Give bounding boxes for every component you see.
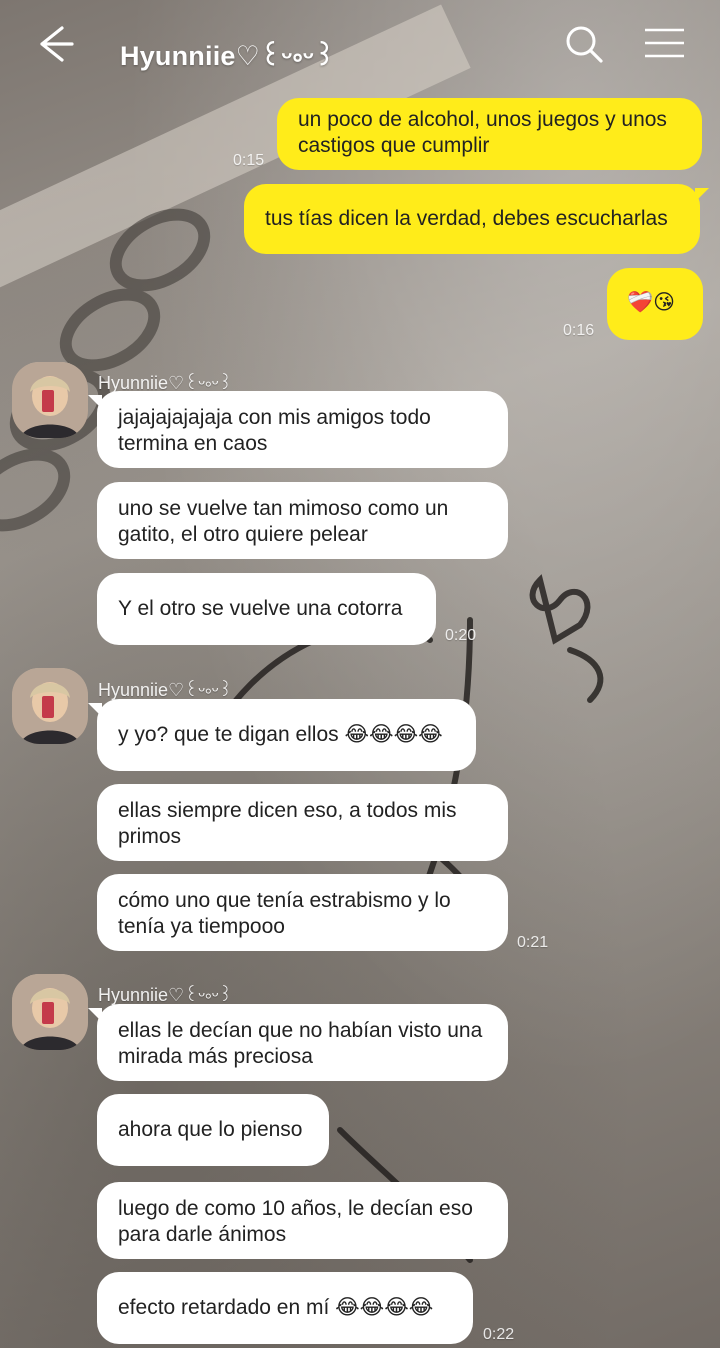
message-bubble-received[interactable]: efecto retardado en mí 😂😂😂😂 [97,1272,473,1344]
message-bubble-sent[interactable]: ❤️‍🩹😘 [607,268,703,340]
message-timestamp: 0:16 [563,322,595,339]
profile-photo [12,668,88,744]
search-button[interactable] [562,22,606,66]
message-bubble-received[interactable]: ellas le decían que no habían visto una … [88,1004,508,1081]
message-timestamp: 0:22 [483,1326,515,1343]
message-bubble-received[interactable]: luego de como 10 años, le decían eso par… [97,1182,508,1259]
avatar[interactable] [12,362,88,438]
message-timestamp: 0:15 [233,152,265,169]
message-bubble-received[interactable]: Y el otro se vuelve una cotorra [97,573,436,645]
menu-button[interactable] [640,22,688,66]
message-bubble-received[interactable]: jajajajajajaja con mis amigos todo termi… [88,391,508,468]
avatar[interactable] [12,974,88,1050]
hamburger-menu-icon [645,28,684,58]
chat-header: Hyunniie♡꒰ᵕ༚ᵕ꒱ [0,0,720,88]
chat-title[interactable]: Hyunniie♡꒰ᵕ༚ᵕ꒱ [120,26,335,102]
arrow-left-icon [40,26,74,62]
back-button[interactable] [34,22,82,66]
message-timestamp: 0:20 [445,627,477,644]
profile-photo [12,362,88,438]
message-timestamp: 0:21 [517,934,549,951]
message-bubble-received[interactable]: ellas siempre dicen eso, a todos mis pri… [97,784,508,861]
search-icon [566,26,603,63]
message-bubble-received[interactable]: ahora que lo pienso [97,1094,329,1166]
profile-photo [12,974,88,1050]
message-bubble-received[interactable]: y yo? que te digan ellos 😂😂😂😂 [88,699,476,771]
message-bubble-sent[interactable]: tus tías dicen la verdad, debes escuchar… [244,184,709,254]
message-bubble-received[interactable]: cómo uno que tenía estrabismo y lo tenía… [97,874,508,951]
avatar[interactable] [12,668,88,744]
message-bubble-sent[interactable]: un poco de alcohol, unos juegos y unos c… [277,98,702,170]
message-bubble-received[interactable]: uno se vuelve tan mimoso como un gatito,… [97,482,508,559]
